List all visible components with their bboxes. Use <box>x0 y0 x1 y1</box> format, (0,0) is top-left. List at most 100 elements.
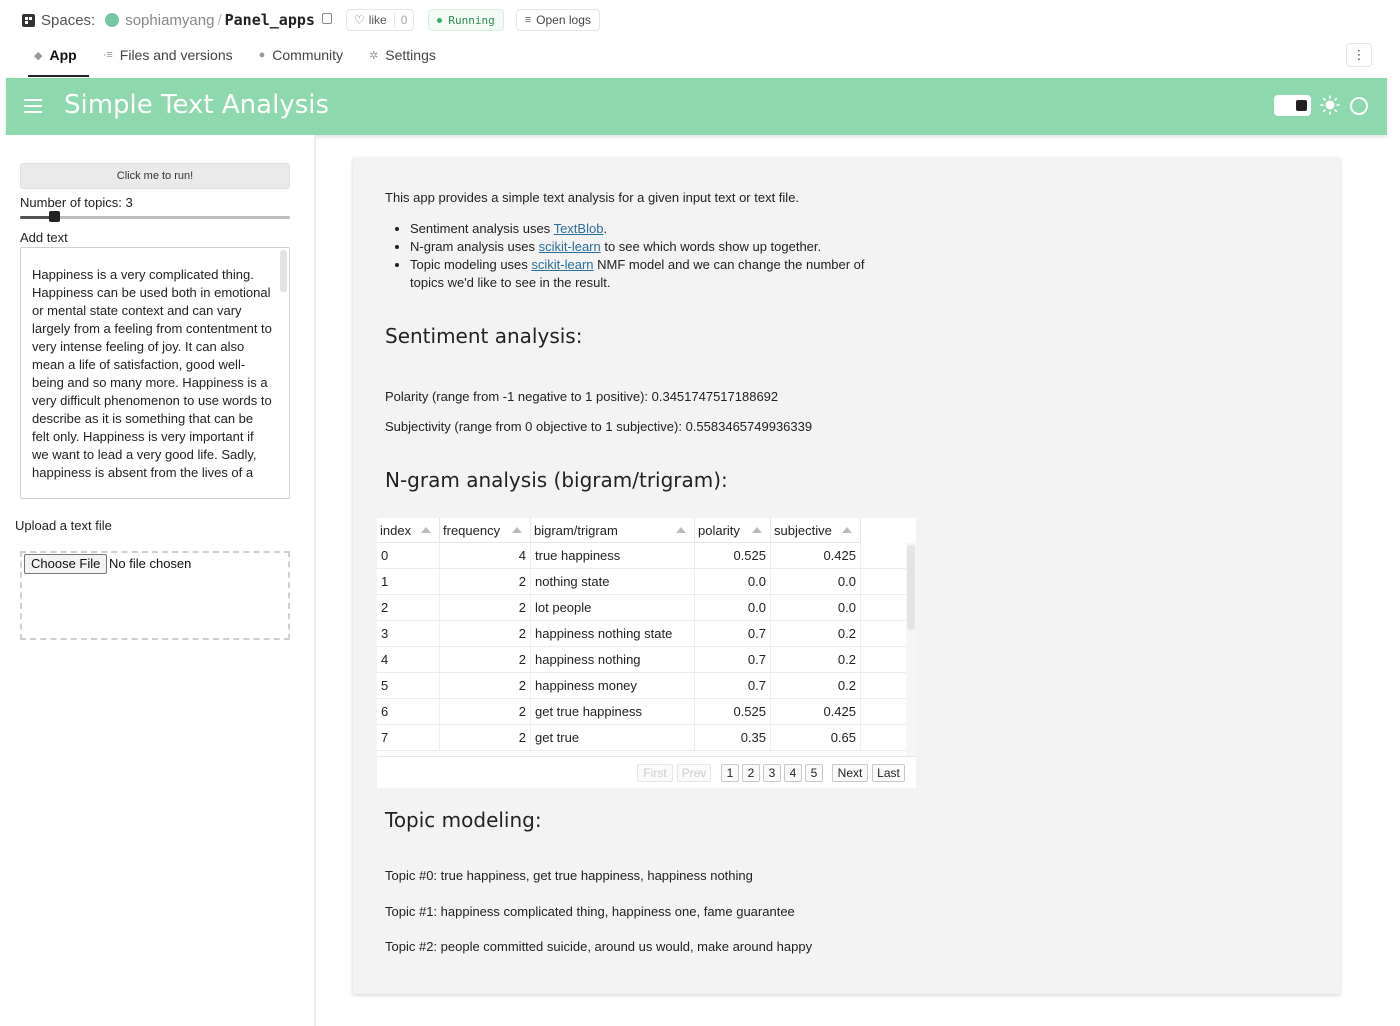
table-cell: get true <box>531 725 695 751</box>
pager-page-button[interactable]: 5 <box>805 764 823 782</box>
upload-label: Upload a text file <box>15 518 112 533</box>
table-row[interactable]: 4 2 happiness nothing 0.7 0.2 <box>377 647 906 673</box>
table-cell: 2 <box>440 673 531 699</box>
file-dropzone[interactable]: Choose File No file chosen <box>20 551 290 640</box>
scikit-learn-link[interactable]: scikit-learn <box>531 257 593 272</box>
topics-slider[interactable] <box>20 211 290 222</box>
circle-icon[interactable] <box>1350 97 1368 115</box>
choose-file-button[interactable]: Choose File <box>24 554 108 574</box>
topic-result: Topic #2: people committed suicide, arou… <box>385 939 813 954</box>
table-cell: 1 <box>377 569 440 595</box>
table-cell: happiness money <box>531 673 695 699</box>
table-row[interactable]: 3 2 happiness nothing state 0.7 0.2 <box>377 621 906 647</box>
table-cell: 0.65 <box>771 725 861 751</box>
pager-next-button[interactable]: Next <box>832 764 868 782</box>
tab-files-and-versions[interactable]: ·≡ Files and versions <box>97 40 239 70</box>
table-header: index frequency bigram/trigram polarity … <box>377 518 861 543</box>
list-item-text: . <box>603 221 608 236</box>
owner-link[interactable]: sophiamyang <box>125 12 214 29</box>
table-row[interactable]: 1 2 nothing state 0.0 0.0 <box>377 569 906 595</box>
more-options-icon[interactable]: ⋮ <box>1346 43 1372 67</box>
tab-app[interactable]: ◆ App <box>28 40 89 77</box>
theme-toggle[interactable] <box>1274 95 1311 116</box>
repo-name[interactable]: Panel_apps <box>225 11 315 29</box>
sort-icon <box>421 527 431 533</box>
tab-settings[interactable]: ✲ Settings <box>363 40 442 70</box>
tab-community[interactable]: ● Community <box>253 40 349 70</box>
table-row[interactable]: 2 2 lot people 0.0 0.0 <box>377 595 906 621</box>
list-item-text: Topic modeling uses <box>410 257 532 272</box>
column-header-subjective[interactable]: subjective <box>771 518 861 543</box>
space-breadcrumb: Spaces: sophiamyang / Panel_apps ♡ like … <box>22 8 600 32</box>
tab-app-label: App <box>49 47 77 63</box>
table-cell: 3 <box>377 621 440 647</box>
topic-result: Topic #1: happiness complicated thing, h… <box>385 904 795 919</box>
community-icon: ● <box>258 49 266 61</box>
spaces-label: Spaces: <box>41 11 96 29</box>
sort-icon <box>512 527 522 533</box>
table-row[interactable]: 6 2 get true happiness 0.525 0.425 <box>377 699 906 725</box>
pager-last-button[interactable]: Last <box>872 764 905 782</box>
files-icon: ·≡ <box>102 49 113 61</box>
list-item: Sentiment analysis uses TextBlob. <box>410 220 890 238</box>
hamburger-menu-icon[interactable] <box>24 99 42 113</box>
table-row[interactable]: 0 4 true happiness 0.525 0.425 <box>377 543 906 569</box>
hf-topbar: Spaces: sophiamyang / Panel_apps ♡ like … <box>0 0 1400 80</box>
pager-page-button[interactable]: 3 <box>763 764 781 782</box>
sort-icon <box>842 527 852 533</box>
tab-community-label: Community <box>272 47 344 63</box>
table-cell: 0 <box>377 543 440 569</box>
open-logs-button[interactable]: ≡ Open logs <box>515 9 600 31</box>
table-cell: 0.2 <box>771 621 861 647</box>
table-cell: 2 <box>377 595 440 621</box>
table-cell: 2 <box>440 699 531 725</box>
sun-icon[interactable] <box>1320 95 1340 115</box>
column-header-label: subjective <box>774 523 832 538</box>
pager-first-button[interactable]: First <box>637 764 673 782</box>
breadcrumb-separator: / <box>217 11 222 29</box>
table-cell: happiness nothing <box>531 647 695 673</box>
textblob-link[interactable]: TextBlob <box>554 221 604 236</box>
run-button[interactable]: Click me to run! <box>20 163 290 189</box>
table-cell: 0.2 <box>771 673 861 699</box>
table-cell: 0.7 <box>695 673 771 699</box>
column-header-bigram[interactable]: bigram/trigram <box>531 518 695 543</box>
column-header-label: polarity <box>698 523 740 538</box>
logs-icon: ≡ <box>524 14 532 26</box>
status-label: Running <box>448 13 495 27</box>
slider-handle[interactable] <box>48 211 60 222</box>
column-header-polarity[interactable]: polarity <box>695 518 771 543</box>
topics-slider-label: Number of topics: 3 <box>20 195 133 210</box>
open-logs-label: Open logs <box>536 13 591 27</box>
table-row[interactable]: 5 2 happiness money 0.7 0.2 <box>377 673 906 699</box>
tab-settings-label: Settings <box>385 47 436 63</box>
like-button[interactable]: ♡ like 0 <box>345 9 415 31</box>
table-cell: 0.7 <box>695 647 771 673</box>
column-header-label: bigram/trigram <box>534 523 618 538</box>
column-header-frequency[interactable]: frequency <box>440 518 531 543</box>
table-cell: 0.7 <box>695 621 771 647</box>
copy-icon[interactable] <box>321 12 332 24</box>
column-header-index[interactable]: index <box>377 518 440 543</box>
table-row[interactable]: 7 2 get true 0.35 0.65 <box>377 725 906 751</box>
subjectivity-text: Subjectivity (range from 0 objective to … <box>385 419 813 434</box>
table-cell: 0.0 <box>771 569 861 595</box>
pager-prev-button[interactable]: Prev <box>677 764 711 782</box>
pager-page-button[interactable]: 2 <box>742 764 760 782</box>
pager-page-button[interactable]: 1 <box>721 764 739 782</box>
textarea-scrollbar[interactable] <box>280 250 287 292</box>
tab-files-label: Files and versions <box>119 47 233 63</box>
table-pager: First Prev 1 2 3 4 5 Next Last <box>377 756 916 788</box>
pager-page-button[interactable]: 4 <box>784 764 802 782</box>
table-cell: get true happiness <box>531 699 695 725</box>
text-input[interactable]: Happiness is a very complicated thing. H… <box>20 247 290 499</box>
scikit-learn-link[interactable]: scikit-learn <box>539 239 601 254</box>
table-cell: 0.425 <box>771 543 861 569</box>
list-item-text: to see which words show up together. <box>600 239 822 254</box>
topic-heading: Topic modeling: <box>385 808 542 832</box>
table-cell: 4 <box>377 647 440 673</box>
app-header: Simple Text Analysis <box>6 78 1387 135</box>
table-scrollbar[interactable] <box>906 543 916 756</box>
main-content: This app provides a simple text analysis… <box>353 158 1340 994</box>
table-cell: true happiness <box>531 543 695 569</box>
